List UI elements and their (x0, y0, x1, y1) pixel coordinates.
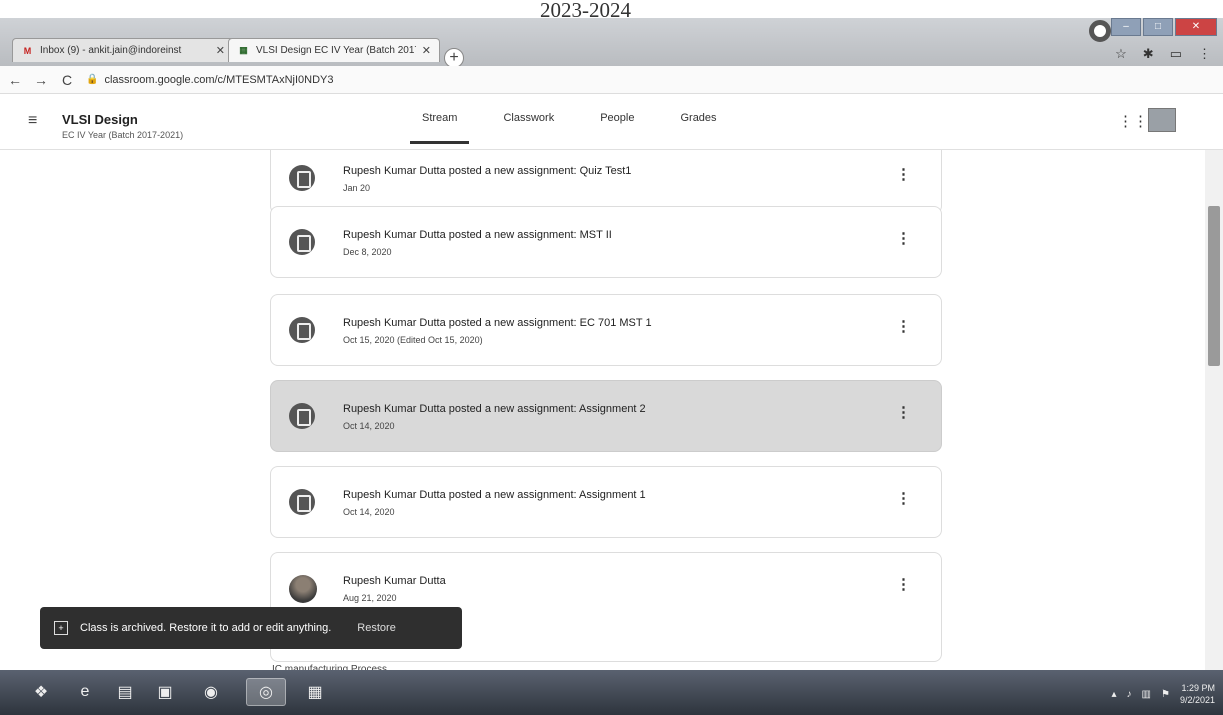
classroom-icon: ▦ (239, 45, 248, 55)
menu-icon[interactable]: ⋮ (1198, 46, 1211, 62)
assignment-icon (289, 229, 315, 255)
post-title: Rupesh Kumar Dutta posted a new assignme… (343, 317, 652, 329)
post-date: Aug 21, 2020 (343, 593, 397, 603)
tab-classroom[interactable]: ▦ VLSI Design EC IV Year (Batch 2017-202… (228, 38, 440, 62)
post-title: Rupesh Kumar Dutta posted a new assignme… (343, 165, 632, 177)
hamburger-menu-icon[interactable]: ≡ (28, 112, 37, 130)
scrollbar-thumb[interactable] (1208, 206, 1220, 366)
more-vert-icon[interactable]: ⋮ (896, 229, 911, 247)
browser-tab-strip: M Inbox (9) - ankit.jain@indoreinst ✕ ▦ … (0, 18, 1223, 68)
tab-stream[interactable]: Stream (409, 108, 471, 144)
tab-grades[interactable]: Grades (678, 108, 718, 128)
assignment-icon (289, 489, 315, 515)
maximize-button[interactable]: □ (1143, 18, 1173, 36)
tab-people[interactable]: People (598, 108, 636, 128)
file-explorer-icon[interactable]: ▤ (110, 678, 140, 706)
window-controls: – □ ✕ (1111, 18, 1217, 36)
academic-year: 2023-2024 (540, 0, 631, 22)
extension-icon[interactable]: ✱ (1143, 46, 1154, 62)
scrollbar[interactable] (1205, 150, 1223, 670)
restore-button[interactable]: Restore (357, 622, 396, 634)
assignment-icon (289, 165, 315, 191)
more-vert-icon[interactable]: ⋮ (896, 489, 911, 507)
close-tab-icon[interactable]: ✕ (216, 44, 225, 57)
avatar (289, 575, 317, 603)
address-bar: ← → C 🔒 classroom.google.com/c/MTESMTAxN… (0, 66, 1223, 94)
lock-icon: 🔒 (86, 74, 99, 85)
class-logo[interactable] (1148, 108, 1176, 132)
post-title: Rupesh Kumar Dutta posted a new assignme… (343, 489, 646, 501)
media-player-icon[interactable]: ▣ (150, 678, 180, 706)
tab-title: VLSI Design EC IV Year (Batch 2017-2021) (256, 45, 416, 56)
restore-icon: + (54, 621, 68, 635)
profile-icon[interactable] (1089, 20, 1111, 42)
post-date: Oct 14, 2020 (343, 421, 395, 431)
more-vert-icon[interactable]: ⋮ (896, 165, 911, 183)
post-date: Oct 15, 2020 (Edited Oct 15, 2020) (343, 335, 483, 345)
assignment-icon (289, 403, 315, 429)
start-button-icon[interactable]: ❖ (26, 678, 56, 706)
system-tray: ▴ ♪ ▥ ⚑ 1:29 PM 9/2/2021 (1112, 682, 1216, 706)
reload-icon[interactable]: C (56, 72, 78, 88)
chrome-icon[interactable]: ◎ (246, 678, 286, 706)
post-author: Rupesh Kumar Dutta (343, 575, 446, 587)
new-tab-button[interactable]: + (444, 48, 464, 68)
url-text: classroom.google.com/c/MTESMTAxNjI0NDY3 (104, 73, 334, 86)
url-field[interactable]: 🔒 classroom.google.com/c/MTESMTAxNjI0NDY… (86, 74, 333, 86)
post-title: Rupesh Kumar Dutta posted a new assignme… (343, 229, 612, 241)
gmail-icon: M (23, 45, 32, 56)
list-item[interactable]: Rupesh Kumar Dutta posted a new assignme… (270, 150, 942, 214)
class-title[interactable]: VLSI Design (62, 112, 138, 127)
assignment-icon (289, 317, 315, 343)
archived-snackbar: + Class is archived. Restore it to add o… (40, 607, 462, 649)
list-item[interactable]: Rupesh Kumar Dutta posted a new assignme… (270, 380, 942, 452)
tab-title: Inbox (9) - ankit.jain@indoreinst (40, 45, 182, 56)
firefox-icon[interactable]: ◉ (196, 678, 226, 706)
star-icon[interactable]: ☆ (1115, 46, 1127, 62)
back-icon[interactable]: ← (4, 72, 26, 88)
cast-icon[interactable]: ▭ (1170, 46, 1182, 62)
post-date: Jan 20 (343, 183, 371, 193)
snackbar-message: Class is archived. Restore it to add or … (80, 622, 332, 634)
network-icon[interactable]: ▥ (1142, 689, 1151, 700)
show-hidden-icons-icon[interactable]: ▴ (1112, 689, 1117, 700)
internet-explorer-icon[interactable]: e (70, 678, 100, 706)
app-icon[interactable]: ▦ (300, 678, 330, 706)
classroom-header: ≡ VLSI Design EC IV Year (Batch 2017-202… (0, 94, 1223, 150)
class-nav: Stream Classwork People Grades (409, 108, 719, 144)
tab-classwork[interactable]: Classwork (501, 108, 556, 128)
clock-date: 9/2/2021 (1179, 695, 1215, 705)
more-vert-icon[interactable]: ⋮ (896, 575, 911, 593)
post-title: Rupesh Kumar Dutta posted a new assignme… (343, 403, 646, 415)
list-item[interactable]: Rupesh Kumar Dutta posted a new assignme… (270, 466, 942, 538)
more-vert-icon[interactable]: ⋮ (896, 317, 911, 335)
close-window-button[interactable]: ✕ (1175, 18, 1217, 36)
close-tab-icon[interactable]: ✕ (422, 44, 431, 57)
flag-icon[interactable]: ⚑ (1161, 689, 1170, 700)
clock[interactable]: 1:29 PM 9/2/2021 (1180, 682, 1215, 706)
volume-icon[interactable]: ♪ (1127, 689, 1132, 700)
forward-icon[interactable]: → (30, 72, 52, 88)
list-item[interactable]: Rupesh Kumar Dutta posted a new assignme… (270, 294, 942, 366)
post-date: Dec 8, 2020 (343, 247, 392, 257)
stream-feed: Rupesh Kumar Dutta posted a new assignme… (0, 150, 1223, 670)
windows-taskbar: ❖ e ▤ ▣ ◉ ◎ ▦ ▴ ♪ ▥ ⚑ 1:29 PM 9/2/2021 (0, 670, 1223, 715)
post-date: Oct 14, 2020 (343, 507, 395, 517)
class-subtitle: EC IV Year (Batch 2017-2021) (62, 130, 184, 140)
more-vert-icon[interactable]: ⋮ (896, 403, 911, 421)
clock-time: 1:29 PM (1181, 683, 1215, 693)
minimize-button[interactable]: – (1111, 18, 1141, 36)
list-item[interactable]: Rupesh Kumar Dutta posted a new assignme… (270, 206, 942, 278)
tab-gmail[interactable]: M Inbox (9) - ankit.jain@indoreinst ✕ (12, 38, 234, 62)
browser-toolbar-icons: ☆ ✱ ▭ ⋮ (1115, 46, 1211, 62)
